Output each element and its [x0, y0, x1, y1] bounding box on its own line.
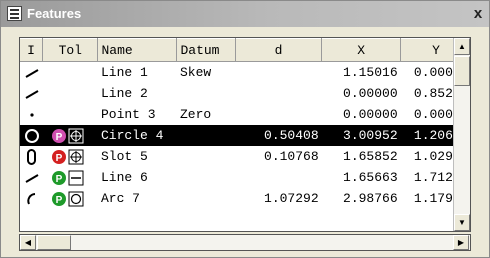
table-row[interactable]: P Arc 7 1.07292 2.98766 1.17986 — [20, 188, 470, 209]
circle-feature-icon — [25, 129, 39, 143]
datum-cell — [177, 188, 235, 209]
feature-name-cell: Slot 5 — [100, 149, 148, 164]
P-pink-badge-icon: P — [51, 129, 66, 143]
feature-type-cell — [20, 146, 43, 167]
tolerance-cell[interactable] — [43, 83, 98, 104]
scroll-left-icon: ◀ — [24, 238, 32, 247]
column-header-x[interactable]: X — [321, 38, 402, 62]
slot-feature-icon — [27, 149, 36, 165]
tolerance-cell[interactable]: P — [42, 125, 98, 146]
x-value-cell: 2.98766 — [343, 191, 398, 206]
window-title: Features — [27, 6, 82, 21]
features-grid-icon — [7, 6, 22, 21]
d-value-cell — [235, 104, 321, 125]
x-value-cell: 3.00952 — [321, 125, 401, 146]
feature-name-cell: Arc 7 — [100, 191, 140, 206]
line-feature-icon — [25, 174, 39, 183]
svg-text:P: P — [55, 132, 62, 143]
svg-text:P: P — [55, 195, 62, 206]
d-value-cell — [235, 62, 321, 84]
scroll-left-button[interactable]: ◀ — [20, 235, 36, 250]
feature-type-cell — [20, 62, 43, 84]
horizontal-scrollbar[interactable]: ◀ ▶ — [19, 234, 471, 251]
tolerance-cell[interactable] — [43, 104, 98, 125]
table-row[interactable]: Line 2 0.00000 0.85282 — [20, 83, 470, 104]
svg-text:P: P — [55, 174, 62, 185]
d-value-cell: 0.10768 — [264, 149, 319, 164]
scroll-right-icon: ▶ — [457, 238, 465, 247]
feature-type-cell — [20, 167, 43, 188]
feature-name-cell: Line 2 — [100, 86, 148, 101]
table-row[interactable]: P Line 6 1.65663 1.71217 — [20, 167, 470, 188]
straightness-tolerance-icon — [68, 170, 84, 186]
feature-type-cell — [20, 83, 43, 104]
table-row[interactable]: Line 1 Skew 1.15016 0.00000 — [20, 62, 470, 84]
P-red-badge-icon: P — [51, 150, 66, 164]
column-header-d[interactable]: d — [235, 38, 323, 62]
feature-name-cell: Line 1 — [100, 65, 148, 80]
tolerance-cell[interactable]: P — [43, 167, 98, 188]
column-header-datum[interactable]: Datum — [176, 38, 236, 62]
x-value-cell: 1.15016 — [343, 65, 398, 80]
datum-cell: Skew — [179, 65, 212, 80]
position-tolerance-icon — [68, 149, 84, 165]
scroll-right-button[interactable]: ▶ — [453, 235, 469, 250]
tolerance-cell[interactable]: P — [43, 188, 98, 209]
line-feature-icon — [25, 69, 39, 78]
tolerance-cell[interactable]: P — [43, 146, 98, 167]
vertical-scrollbar[interactable]: ▲ ▼ — [453, 38, 470, 231]
datum-cell — [177, 167, 235, 188]
d-value-cell: 0.50408 — [235, 125, 322, 146]
point-feature-icon — [30, 113, 34, 117]
datum-cell — [176, 125, 236, 146]
tolerance-cell[interactable] — [43, 62, 98, 84]
column-header-i[interactable]: I — [20, 38, 44, 62]
table-row[interactable]: P Slot 5 0.10768 1.65852 1.02909 — [20, 146, 470, 167]
datum-cell: Zero — [179, 107, 212, 122]
close-button[interactable]: x — [469, 5, 487, 23]
features-window: Features x I Tol Name Datum d X Y Line 1… — [0, 0, 490, 258]
d-value-cell — [235, 167, 321, 188]
feature-type-cell — [20, 188, 43, 209]
P-green-badge-icon: P — [51, 171, 66, 185]
table-header-row: I Tol Name Datum d X Y — [20, 38, 470, 62]
feature-name-cell: Line 6 — [100, 170, 148, 185]
P-green-badge-icon: P — [51, 192, 66, 206]
position-tolerance-icon — [68, 128, 84, 144]
table-row[interactable]: Point 3 Zero 0.00000 0.00000 — [20, 104, 470, 125]
d-value-cell — [235, 83, 321, 104]
features-table: I Tol Name Datum d X Y Line 1 Skew 1.15016… — [19, 37, 471, 232]
x-value-cell: 0.00000 — [343, 86, 398, 101]
scroll-down-icon: ▼ — [458, 218, 466, 227]
feature-type-cell — [20, 104, 43, 125]
feature-name-cell: Point 3 — [100, 107, 156, 122]
x-value-cell: 0.00000 — [343, 107, 398, 122]
circularity-tolerance-icon — [68, 191, 84, 207]
arc-feature-icon — [27, 193, 36, 205]
column-header-tol[interactable]: Tol — [42, 38, 99, 62]
title-bar[interactable]: Features x — [1, 1, 489, 27]
column-header-name[interactable]: Name — [97, 38, 178, 62]
vertical-scroll-thumb[interactable] — [454, 56, 470, 86]
feature-type-cell — [20, 125, 43, 146]
line-feature-icon — [25, 90, 39, 99]
scroll-up-icon: ▲ — [458, 42, 466, 51]
x-value-cell: 1.65852 — [343, 149, 398, 164]
close-icon: x — [473, 5, 483, 22]
x-value-cell: 1.65663 — [343, 170, 398, 185]
datum-cell — [177, 146, 235, 167]
table-row[interactable]: P Circle 4 0.50408 3.00952 1.20640 — [20, 125, 470, 146]
scroll-down-button[interactable]: ▼ — [454, 214, 470, 231]
datum-cell — [177, 83, 235, 104]
svg-text:P: P — [55, 153, 62, 164]
d-value-cell: 1.07292 — [264, 191, 319, 206]
feature-name-cell: Circle 4 — [97, 125, 177, 146]
scroll-up-button[interactable]: ▲ — [454, 38, 470, 55]
horizontal-scroll-thumb[interactable] — [37, 235, 71, 250]
